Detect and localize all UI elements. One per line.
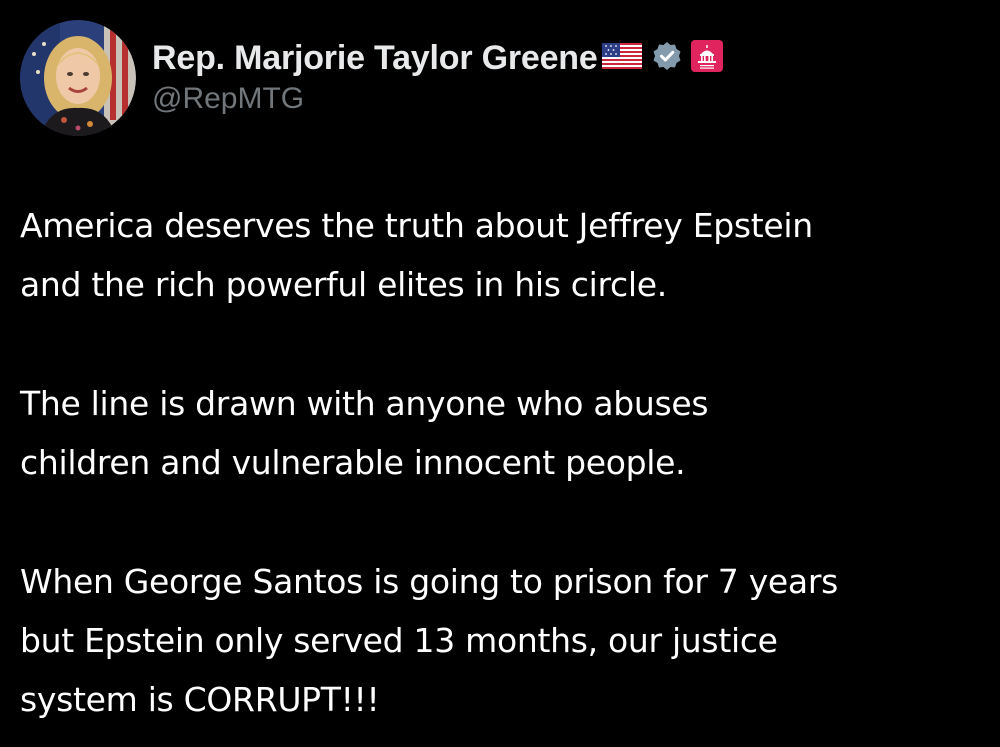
author-display-name[interactable]: Rep. Marjorie Taylor Greene	[152, 39, 598, 78]
author-handle[interactable]: @RepMTG	[152, 82, 724, 116]
avatar-photo-icon	[20, 20, 136, 136]
author-names: Rep. Marjorie Taylor Greene @RepMTG	[152, 20, 724, 116]
tweet-body: America deserves the truth about Jeffrey…	[20, 196, 980, 729]
us-flag-icon	[601, 42, 642, 74]
tweet-paragraph-2: The line is drawn with anyone who abuses…	[20, 384, 709, 482]
tweet: Rep. Marjorie Taylor Greene @RepMTG Amer…	[0, 0, 1000, 747]
government-capitol-icon[interactable]	[690, 39, 724, 78]
avatar[interactable]	[20, 20, 136, 136]
name-row: Rep. Marjorie Taylor Greene	[152, 36, 724, 80]
verified-badge-icon[interactable]	[652, 41, 682, 76]
tweet-paragraph-3: When George Santos is going to prison fo…	[20, 562, 839, 719]
tweet-paragraph-1: America deserves the truth about Jeffrey…	[20, 206, 813, 304]
tweet-header: Rep. Marjorie Taylor Greene @RepMTG	[20, 20, 724, 136]
